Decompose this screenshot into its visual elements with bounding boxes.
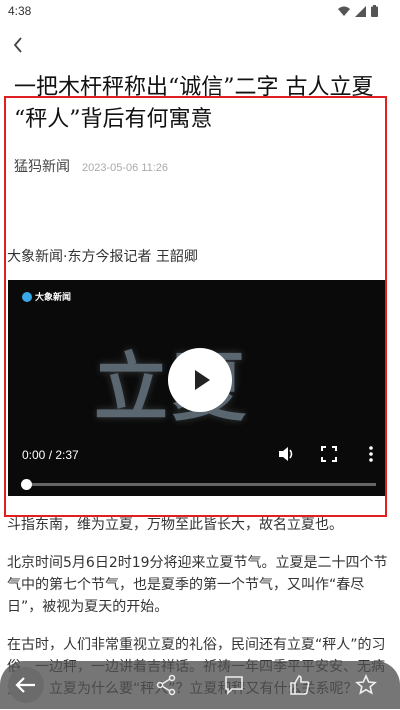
back-button[interactable] <box>6 32 30 58</box>
bottom-back-button[interactable] <box>8 667 44 703</box>
chevron-left-icon <box>13 37 22 53</box>
bottom-action-bar <box>0 661 400 709</box>
volume-icon[interactable] <box>276 444 296 464</box>
status-time: 4:38 <box>8 4 32 18</box>
publish-date: 2023-05-06 11:26 <box>82 162 169 174</box>
share-icon <box>156 674 176 696</box>
video-player[interactable]: 大象新闻 立夏 0:00 / 2:37 <box>8 280 386 496</box>
app-bar <box>0 28 400 64</box>
star-icon <box>355 674 377 695</box>
fullscreen-icon[interactable] <box>320 445 338 463</box>
share-button[interactable] <box>150 669 182 701</box>
seek-handle[interactable] <box>20 479 32 490</box>
seek-bar[interactable] <box>26 483 376 486</box>
title-line-2: “秤人”背后有何寓意 <box>14 107 213 132</box>
thumbs-up-icon <box>290 675 310 695</box>
comment-button[interactable] <box>218 669 250 701</box>
status-bar: 4:38 <box>0 0 400 24</box>
logo-icon <box>22 291 32 302</box>
status-icons <box>338 5 378 17</box>
title-area: 一把木杆秤称出“诚信”二字 古人立夏 “秤人”背后有何寓意 <box>0 72 400 162</box>
article-title: 一把木杆秤称出“诚信”二字 古人立夏 “秤人”背后有何寓意 <box>14 75 386 136</box>
favorite-button[interactable] <box>350 669 382 701</box>
source-name[interactable]: 猛犸新闻 <box>14 156 70 176</box>
video-logo: 大象新闻 <box>22 290 71 303</box>
signal-icon <box>355 5 366 17</box>
paragraph-1: 斗指东南，维为立夏，万物至此皆长大，故名立夏也。 <box>7 517 343 533</box>
more-options-icon[interactable] <box>364 444 378 464</box>
back-arrow-icon <box>15 677 35 693</box>
paragraph-2: 北京时间5月6日2时19分将迎来立夏节气。立夏是二十四个节气中的第七个节气，也是… <box>7 555 388 615</box>
video-time: 0:00 / 2:37 <box>22 448 79 462</box>
battery-icon <box>371 5 378 17</box>
article-meta: 猛犸新闻 2023-05-06 11:26 <box>14 156 168 176</box>
like-button[interactable] <box>284 669 316 701</box>
play-icon <box>194 370 210 390</box>
comment-icon <box>225 676 243 695</box>
wifi-icon <box>338 6 350 16</box>
play-button[interactable] <box>168 348 232 412</box>
video-logo-text: 大象新闻 <box>35 293 72 303</box>
article-content: 一把木杆秤称出“诚信”二字 古人立夏 “秤人”背后有何寓意 猛犸新闻 2023-… <box>0 72 400 710</box>
reporter-line: 大象新闻·东方今报记者 王韶卿 <box>7 249 198 265</box>
title-line-1: 一把木杆秤称出“诚信”二字 古人立夏 <box>14 75 374 100</box>
